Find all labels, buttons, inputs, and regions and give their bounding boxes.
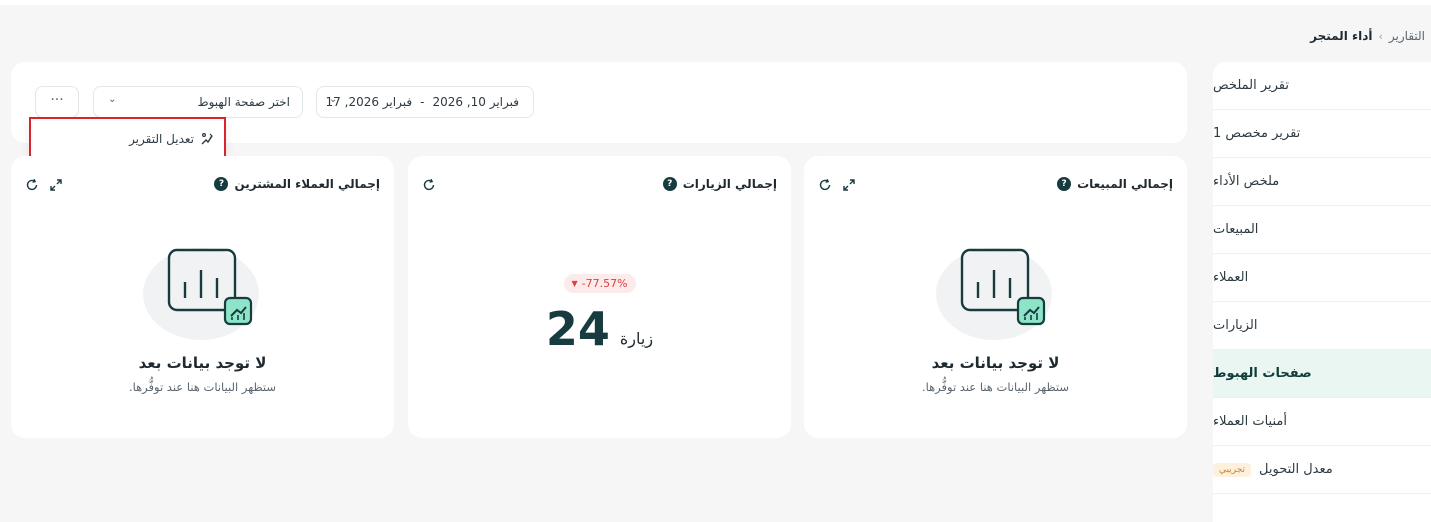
card-header: إجمالي المبيعات ? [1057, 177, 1173, 191]
empty-state-subtitle: ستظهر البيانات هنا عند توفُّرها. [921, 380, 1070, 394]
card-header: إجمالي الزيارات ? [662, 177, 777, 191]
sidebar-item-label: الزيارات [1213, 318, 1258, 333]
sidebar-item-sales[interactable]: المبيعات [1213, 206, 1431, 254]
kpi-unit: زيارة [619, 329, 654, 348]
kpi-value: 24 [545, 302, 610, 356]
sidebar-item-conversion-rate[interactable]: معدل التحويل تجريبي [1213, 446, 1431, 494]
caret-down-icon: ▼ [571, 279, 578, 288]
refresh-icon[interactable] [25, 178, 39, 192]
landing-page-select-label: اختر صفحة الهبوط [197, 95, 290, 109]
sidebar-item-summary-report[interactable]: تقرير الملخص [1213, 62, 1431, 110]
card-title: إجمالي الزيارات [682, 177, 777, 191]
date-range-text: فبراير 2026, 17 - فبراير 10, 2026 [326, 95, 519, 109]
change-value: -77.57% [581, 277, 628, 290]
edit-report-label: تعديل التقرير [129, 132, 194, 146]
total-customers-card: إجمالي العملاء المشترين ? لا توجد بيانات… [11, 156, 394, 438]
sidebar-item-label: العملاء [1213, 270, 1249, 285]
date-end: فبراير 2026, 17 [325, 95, 413, 109]
breadcrumb-current: أداء المتجر [1310, 29, 1373, 43]
edit-report-icon [201, 133, 213, 145]
card-title: إجمالي العملاء المشترين [234, 177, 380, 191]
expand-icon[interactable] [842, 178, 856, 192]
help-icon[interactable]: ? [214, 177, 229, 191]
sidebar-item-label: المبيعات [1213, 222, 1259, 237]
chevron-down-icon: ⌄ [108, 94, 117, 105]
sidebar-item-customers[interactable]: العملاء [1213, 254, 1431, 302]
card-title: إجمالي المبيعات [1077, 177, 1173, 191]
total-visits-card: إجمالي الزيارات ? ▼ -77.57% 24 زيارة [408, 156, 791, 438]
sidebar-item-performance-summary[interactable]: ملخص الأداء [1213, 158, 1431, 206]
reports-sidebar: تقرير الملخص تقرير مخصص 1 ملخص الأداء ال… [1213, 62, 1431, 522]
sidebar-item-label: صفحات الهبوط [1213, 366, 1312, 381]
kpi-row: 24 زيارة [408, 304, 791, 354]
top-divider [0, 0, 1431, 5]
chevron-left-icon: ‹ [1378, 29, 1383, 43]
sidebar-item-label: أمنيات العملاء [1213, 414, 1287, 429]
sidebar-item-label: تقرير مخصص 1 [1213, 126, 1301, 141]
empty-chart-illustration [935, 248, 1052, 340]
expand-icon[interactable] [49, 178, 63, 192]
total-sales-card: إجمالي المبيعات ? لا توجد بيانات بعد ستظ… [804, 156, 1187, 438]
sidebar-item-landing-pages[interactable]: صفحات الهبوط [1213, 350, 1431, 398]
sidebar-item-label: تقرير الملخص [1213, 78, 1290, 93]
card-tools [422, 178, 436, 192]
sidebar-item-label: ملخص الأداء [1213, 174, 1280, 189]
refresh-icon[interactable] [422, 178, 436, 192]
beta-badge: تجريبي [1213, 462, 1252, 477]
empty-state-title: لا توجد بيانات بعد [138, 354, 267, 372]
sidebar-item-custom-report-1[interactable]: تقرير مخصص 1 [1213, 110, 1431, 158]
breadcrumb-parent[interactable]: التقارير [1389, 29, 1425, 43]
change-badge: ▼ -77.57% [563, 274, 636, 293]
sidebar-item-label: معدل التحويل [1259, 462, 1333, 477]
empty-state-title: لا توجد بيانات بعد [931, 354, 1060, 372]
edit-report-menu-item[interactable]: تعديل التقرير [129, 132, 214, 146]
help-icon[interactable]: ? [662, 177, 677, 191]
empty-chart-illustration [142, 248, 259, 340]
sidebar-item-visits[interactable]: الزيارات [1213, 302, 1431, 350]
landing-page-select[interactable]: اختر صفحة الهبوط ⌄ [93, 86, 303, 118]
sidebar-item-customer-wishlist[interactable]: أمنيات العملاء [1213, 398, 1431, 446]
refresh-icon[interactable] [818, 178, 832, 192]
card-tools [818, 178, 856, 192]
empty-state-subtitle: ستظهر البيانات هنا عند توفُّرها. [128, 380, 277, 394]
date-start: فبراير 10, 2026 [432, 95, 519, 109]
more-options-button[interactable]: ··· [35, 86, 79, 118]
breadcrumb: التقارير ‹ أداء المتجر [1310, 28, 1425, 44]
date-range-picker[interactable]: ⌄ فبراير 2026, 17 - فبراير 10, 2026 [316, 86, 534, 118]
help-icon[interactable]: ? [1057, 177, 1072, 191]
card-header: إجمالي العملاء المشترين ? [214, 177, 380, 191]
date-separator: - [420, 95, 425, 109]
card-tools [25, 178, 63, 192]
